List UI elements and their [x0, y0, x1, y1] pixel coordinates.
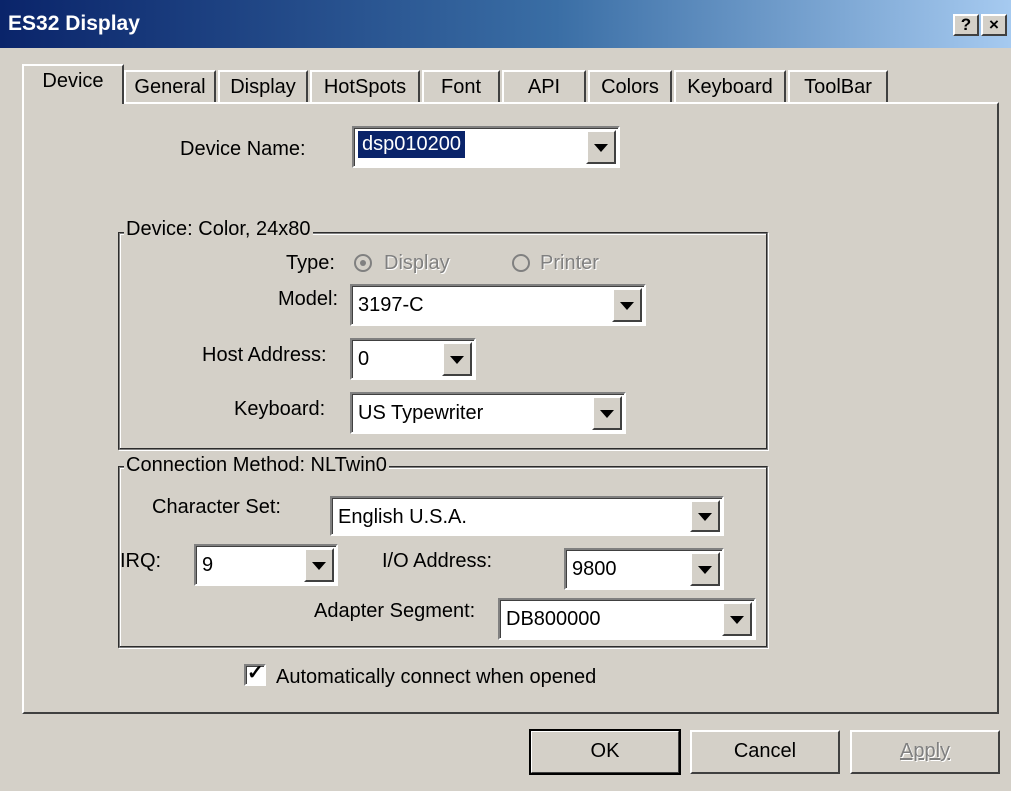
chevron-down-icon[interactable] [592, 396, 622, 430]
io-address-label: I/O Address: [382, 550, 493, 572]
tab-general[interactable]: General [124, 70, 216, 104]
tab-display[interactable]: Display [218, 70, 308, 104]
checkmark-icon: ✓ [247, 662, 264, 684]
chevron-down-icon[interactable] [612, 288, 642, 322]
tab-panel: Device Name: dsp010200 Device: Color, 24… [22, 102, 999, 714]
irq-label: IRQ: [120, 550, 162, 572]
tab-colors[interactable]: Colors [588, 70, 672, 104]
charset-label: Character Set: [152, 496, 281, 518]
adapter-segment-select[interactable]: DB800000 [498, 598, 756, 640]
radio-display-label: Display [384, 252, 450, 274]
tab-hotspots[interactable]: HotSpots [310, 70, 420, 104]
apply-button[interactable]: Apply [850, 730, 1000, 774]
chevron-down-icon[interactable] [586, 130, 616, 164]
window-title: ES32 Display [8, 12, 140, 35]
model-label: Model: [278, 288, 339, 310]
title-bar[interactable]: ES32 Display ? × [0, 0, 1011, 48]
adapter-segment-label: Adapter Segment: [314, 600, 476, 622]
radio-printer [512, 254, 530, 272]
tab-keyboard[interactable]: Keyboard [674, 70, 786, 104]
tab-device[interactable]: Device [22, 64, 124, 104]
tab-font[interactable]: Font [422, 70, 500, 104]
auto-connect-checkbox[interactable]: ✓ [244, 662, 266, 686]
irq-select[interactable]: 9 [194, 544, 338, 586]
model-select[interactable]: 3197-C [350, 284, 646, 326]
host-address-select[interactable]: 0 [350, 338, 476, 380]
charset-select[interactable]: English U.S.A. [330, 496, 724, 536]
device-name-label: Device Name: [180, 138, 306, 160]
chevron-down-icon[interactable] [690, 552, 720, 586]
radio-display [354, 254, 372, 272]
chevron-down-icon[interactable] [690, 500, 720, 532]
radio-printer-label: Printer [540, 252, 599, 274]
cancel-button[interactable]: Cancel [690, 730, 840, 774]
help-button[interactable]: ? [953, 14, 979, 36]
keyboard-select[interactable]: US Typewriter [350, 392, 626, 434]
chevron-down-icon[interactable] [442, 342, 472, 376]
dialog-window: ES32 Display ? × Device General Display … [0, 0, 1011, 791]
chevron-down-icon[interactable] [722, 602, 752, 636]
ok-button[interactable]: OK [529, 729, 681, 775]
connection-group-title: Connection Method: NLTwin0 [124, 454, 389, 477]
auto-connect-label[interactable]: Automatically connect when opened [276, 666, 596, 689]
keyboard-label: Keyboard: [234, 398, 326, 420]
device-group-title: Device: Color, 24x80 [124, 218, 313, 241]
io-address-select[interactable]: 9800 [564, 548, 724, 590]
tab-api[interactable]: API [502, 70, 586, 104]
type-label: Type: [286, 252, 335, 274]
chevron-down-icon[interactable] [304, 548, 334, 582]
tab-toolbar[interactable]: ToolBar [788, 70, 888, 104]
device-name-select[interactable]: dsp010200 [352, 126, 620, 168]
close-button[interactable]: × [981, 14, 1007, 36]
host-address-label: Host Address: [202, 344, 327, 366]
